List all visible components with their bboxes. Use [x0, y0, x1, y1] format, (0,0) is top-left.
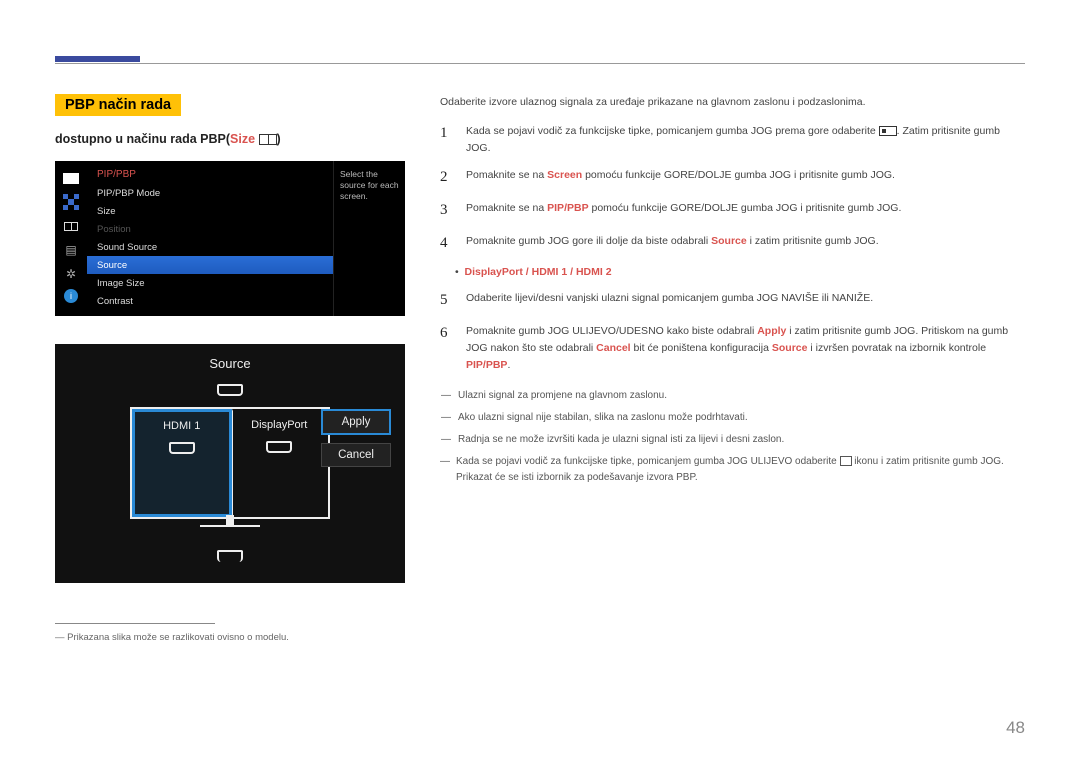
step-1: 1 Kada se pojavi vodič za funkcijske tip… [440, 121, 1025, 157]
note-item: ―Kada se pojavi vodič za funkcijske tipk… [440, 454, 1025, 486]
doc-icon: ▤ [61, 241, 81, 259]
screen-left[interactable]: HDMI 1 [132, 409, 232, 517]
footnote: ― Prikazana slika može se razlikovati ov… [55, 632, 405, 643]
step-6: 6 Pomaknite gumb JOG ULIJEVO/UDESNO kako… [440, 321, 1025, 373]
intro-text: Odaberite izvore ulaznog signala za uređ… [440, 94, 1025, 111]
header-divider [55, 63, 1025, 64]
left-column: PBP način rada dostupno u načinu rada PB… [55, 94, 405, 643]
displayport-icon [266, 441, 292, 453]
subtitle-prefix: dostupno u načinu rada PBP( [55, 132, 230, 146]
osd-menu-pip-pbp: ▤ ✲ i PIP/PBP PIP/PBP ModeOn Size Positi… [55, 161, 405, 316]
subtitle-size: Size [230, 132, 255, 146]
menu-icon [879, 126, 897, 136]
osd-sidebar: ▤ ✲ i [55, 161, 87, 316]
cancel-button[interactable]: Cancel [321, 443, 391, 467]
section-title: PBP način rada [55, 94, 181, 116]
osd-source-dialog: Source HDMI 1 DisplayPort Apply [55, 344, 405, 583]
monitor-icon [61, 169, 81, 187]
screen-right[interactable]: DisplayPort [232, 409, 329, 517]
apply-button[interactable]: Apply [321, 409, 391, 435]
joystick-icon [61, 193, 81, 211]
note-item: ―Ulazni signal za promjene na glavnom za… [440, 388, 1025, 404]
step-5: 5 Odaberite lijevi/desni vanjski ulazni … [440, 288, 1025, 312]
note-item: ―Ako ulazni signal nije stabilan, slika … [440, 410, 1025, 426]
step-num: 2 [440, 165, 454, 189]
hdmi-icon [169, 442, 195, 454]
step-text: Pomaknite se na PIP/PBP pomoću funkcije … [466, 198, 1025, 217]
step-2: 2 Pomaknite se na Screen pomoću funkcije… [440, 165, 1025, 189]
step-text: Pomaknite gumb JOG gore ili dolje da bis… [466, 231, 1025, 250]
gear-icon: ✲ [61, 265, 81, 283]
dialog-buttons: Apply Cancel [321, 409, 391, 467]
footnote-divider [55, 623, 215, 624]
sources-bullet: • DisplayPort / HDMI 1 / HDMI 2 [455, 264, 1025, 281]
step-3: 3 Pomaknite se na PIP/PBP pomoću funkcij… [440, 198, 1025, 222]
step-text: Pomaknite gumb JOG ULIJEVO/UDESNO kako b… [466, 321, 1025, 373]
right-column: Odaberite izvore ulaznog signala za uređ… [440, 94, 1025, 643]
note-item: ―Radnja se ne može izvršiti kada je ulaz… [440, 432, 1025, 448]
pbp-size-icon [259, 134, 277, 145]
port-top-icon [217, 383, 243, 401]
step-4: 4 Pomaknite gumb JOG gore ili dolje da b… [440, 231, 1025, 255]
return-icon [840, 456, 852, 466]
header-accent-bar [55, 56, 140, 62]
osd2-title: Source [67, 356, 393, 371]
step-text: Kada se pojavi vodič za funkcijske tipke… [466, 121, 1025, 157]
notes-list: ―Ulazni signal za promjene na glavnom za… [440, 388, 1025, 486]
right-label: DisplayPort [251, 419, 307, 431]
step-text: Pomaknite se na Screen pomoću funkcije G… [466, 165, 1025, 184]
step-num: 1 [440, 121, 454, 145]
osd-hint: Select the source for each screen. [333, 161, 405, 316]
step-num: 3 [440, 198, 454, 222]
page-number: 48 [1006, 718, 1025, 738]
page-content: PBP način rada dostupno u načinu rada PB… [55, 94, 1025, 643]
subtitle: dostupno u načinu rada PBP(Size ) [55, 132, 405, 146]
step-num: 6 [440, 321, 454, 345]
port-bottom-icon [217, 549, 243, 567]
subtitle-suffix: ) [277, 132, 281, 146]
step-num: 4 [440, 231, 454, 255]
step-num: 5 [440, 288, 454, 312]
pbp-small-icon [61, 217, 81, 235]
step-text: Odaberite lijevi/desni vanjski ulazni si… [466, 288, 1025, 307]
monitor-stand-icon [200, 525, 260, 543]
info-icon: i [64, 289, 78, 303]
screen-frame: HDMI 1 DisplayPort [130, 407, 330, 519]
left-label: HDMI 1 [163, 420, 200, 432]
